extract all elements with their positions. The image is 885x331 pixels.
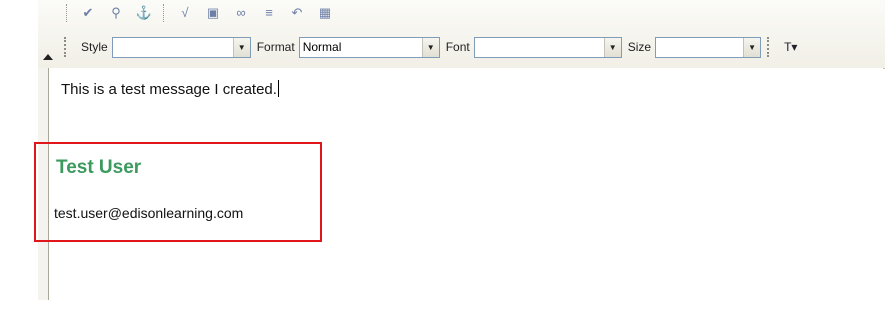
- chevron-down-icon[interactable]: ▼: [743, 37, 761, 57]
- font-label: Font: [445, 40, 470, 54]
- style-dropdown[interactable]: ▼: [111, 36, 251, 58]
- size-label: Size: [627, 40, 652, 54]
- image-icon[interactable]: ▣: [204, 6, 222, 20]
- font-value: [475, 38, 604, 57]
- size-value: [656, 38, 743, 57]
- style-label: Style: [81, 40, 108, 54]
- format-dropdown[interactable]: Normal ▼: [298, 36, 440, 58]
- toolbar-grip[interactable]: [767, 37, 772, 57]
- toolbar-separator: [163, 4, 166, 22]
- list-icon[interactable]: ≡: [260, 6, 278, 20]
- chevron-down-icon[interactable]: ▼: [603, 37, 621, 57]
- collapse-toolbar-icon[interactable]: [43, 54, 53, 60]
- message-body: This is a test message I created.: [61, 81, 277, 98]
- toolbar-row-icons: ✔ ⚲ ⚓ √ ▣ ∞ ≡ ↶ ▦: [66, 0, 334, 26]
- toolbar-separator: [66, 4, 69, 22]
- spell-check-icon[interactable]: ✔: [79, 6, 97, 20]
- message-text[interactable]: This is a test message I created.: [61, 80, 279, 98]
- link-icon[interactable]: ∞: [232, 6, 250, 20]
- undo-icon[interactable]: ↶: [288, 6, 306, 20]
- style-value: [113, 38, 233, 57]
- table-icon[interactable]: ▦: [316, 6, 334, 20]
- toolbar-grip[interactable]: [64, 37, 69, 57]
- font-dropdown[interactable]: ▼: [473, 36, 622, 58]
- format-label: Format: [256, 40, 295, 54]
- format-value: Normal: [302, 39, 342, 54]
- text-color-icon[interactable]: T▾: [784, 40, 797, 54]
- anchor-icon[interactable]: ⚓: [135, 6, 153, 20]
- signature-email: test.user@edisonlearning.com: [54, 205, 244, 221]
- signature-name: Test User: [56, 157, 142, 178]
- editor-toolbar: ✔ ⚲ ⚓ √ ▣ ∞ ≡ ↶ ▦ Style ▼ Format Normal …: [38, 0, 885, 69]
- size-dropdown[interactable]: ▼: [655, 36, 762, 58]
- find-icon[interactable]: ⚲: [107, 6, 125, 20]
- chevron-down-icon[interactable]: ▼: [421, 37, 439, 57]
- toolbar-row-format: Style ▼ Format Normal ▼ Font ▼ Size ▼ T▾: [64, 35, 797, 59]
- chevron-down-icon[interactable]: ▼: [232, 37, 250, 57]
- text-caret: [277, 80, 279, 97]
- formula-icon[interactable]: √: [176, 6, 194, 20]
